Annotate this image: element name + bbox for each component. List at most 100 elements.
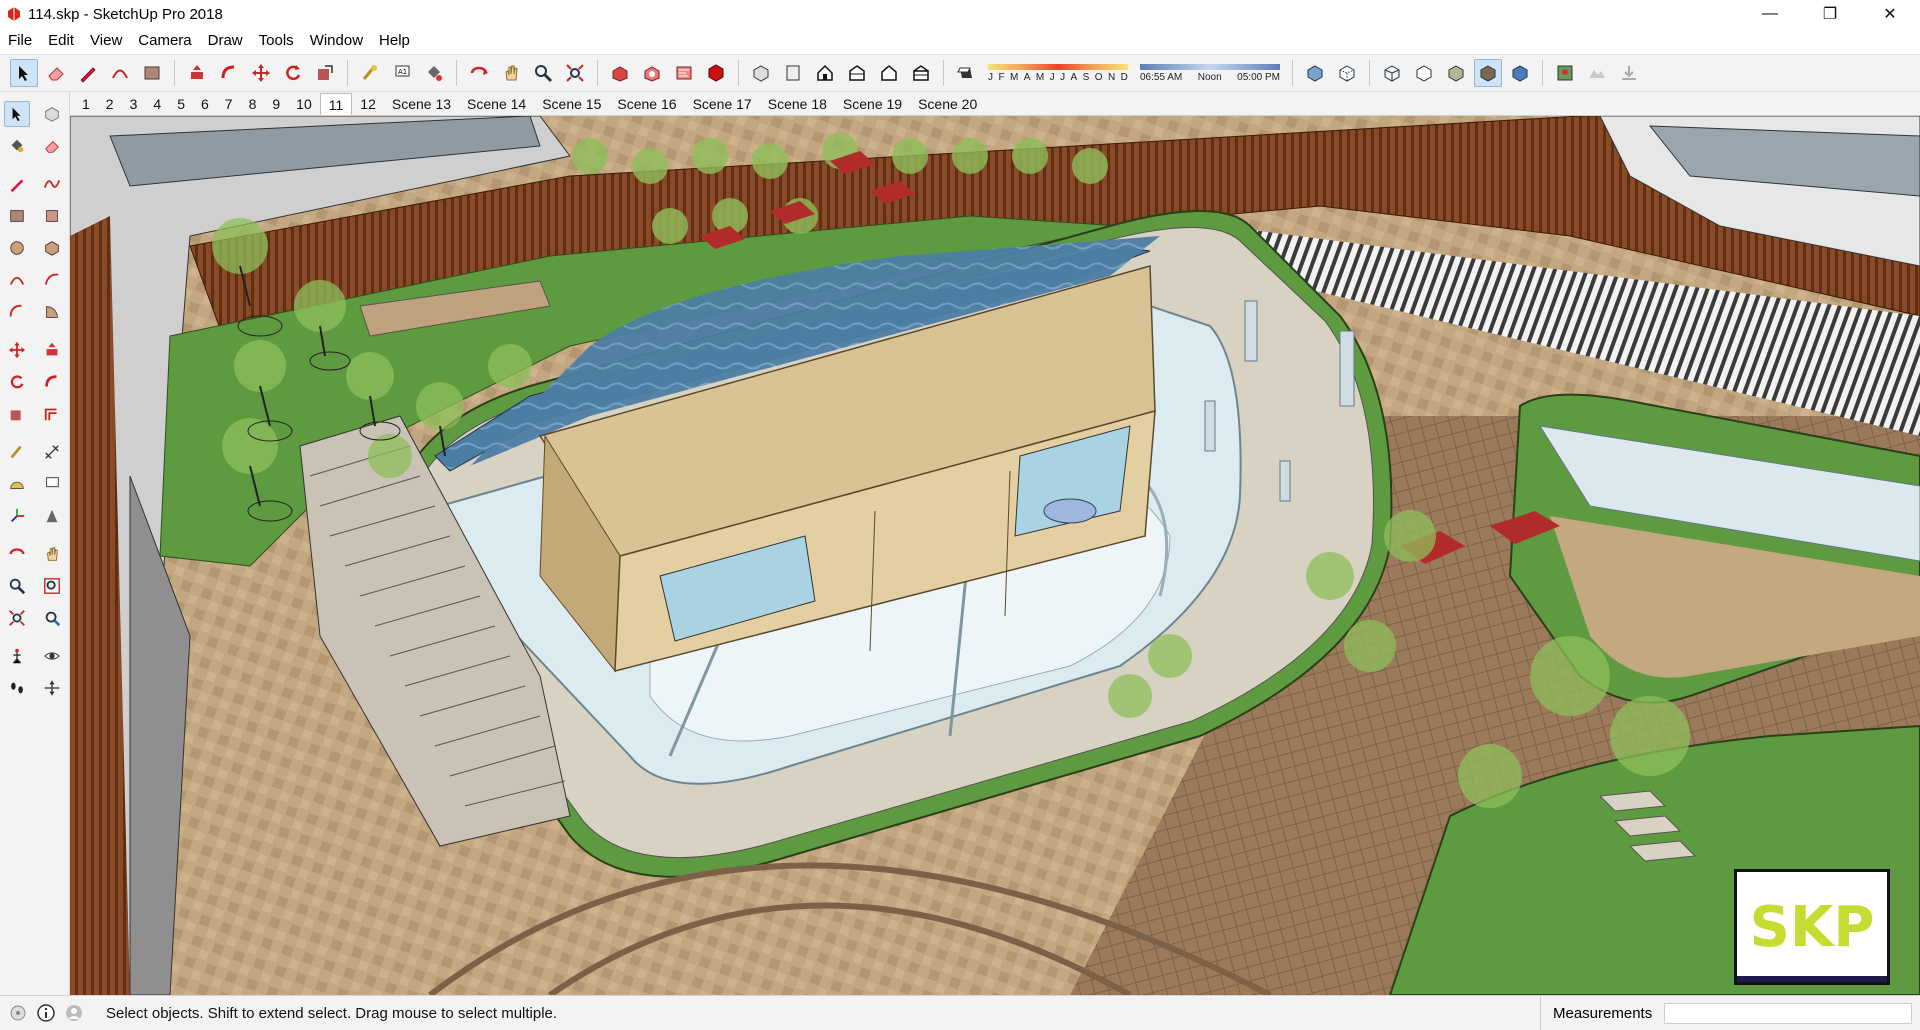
palette-line-button[interactable] — [4, 171, 30, 197]
scene-tab-19[interactable]: Scene 19 — [835, 93, 910, 115]
scene-tab-13[interactable]: Scene 13 — [384, 93, 459, 115]
menu-camera[interactable]: Camera — [130, 28, 199, 54]
display-shadows-button[interactable] — [952, 59, 980, 87]
menu-help[interactable]: Help — [371, 28, 418, 54]
rotate-tool-button[interactable] — [279, 59, 307, 87]
palette-circle-button[interactable] — [4, 235, 30, 261]
warehouse-button[interactable] — [606, 59, 634, 87]
zoom-tool-button[interactable] — [529, 59, 557, 87]
palette-zoom-window-button[interactable] — [39, 573, 65, 599]
tape-measure-tool-button[interactable] — [356, 59, 384, 87]
menu-edit[interactable]: Edit — [40, 28, 82, 54]
menu-draw[interactable]: Draw — [200, 28, 251, 54]
scene-tab-15[interactable]: Scene 15 — [534, 93, 609, 115]
scale-tool-button[interactable] — [311, 59, 339, 87]
front-view-button[interactable] — [811, 59, 839, 87]
palette-zoom-extents-button[interactable] — [4, 605, 30, 631]
palette-axes-button[interactable] — [4, 503, 30, 529]
palette-arc-button[interactable] — [4, 267, 30, 293]
scene-tab-1[interactable]: 1 — [74, 93, 98, 115]
extension-warehouse-button[interactable] — [638, 59, 666, 87]
scene-tab-10[interactable]: 10 — [288, 93, 320, 115]
scene-tab-9[interactable]: 9 — [264, 93, 288, 115]
arc-tool-button[interactable] — [106, 59, 134, 87]
move-tool-button[interactable] — [247, 59, 275, 87]
palette-polygon-button[interactable] — [39, 235, 65, 261]
menu-file[interactable]: File — [0, 28, 40, 54]
scene-tab-6[interactable]: 6 — [193, 93, 217, 115]
menu-tools[interactable]: Tools — [251, 28, 302, 54]
palette-offset-button[interactable] — [39, 401, 65, 427]
model-viewport[interactable]: SKP — [70, 116, 1920, 995]
palette-pie-button[interactable] — [39, 299, 65, 325]
palette-move-button[interactable] — [4, 337, 30, 363]
palette-position-camera-button[interactable] — [4, 643, 30, 669]
palette-orbit-button[interactable] — [4, 541, 30, 567]
right-view-button[interactable] — [843, 59, 871, 87]
monochrome-style-button[interactable] — [1506, 59, 1534, 87]
orbit-tool-button[interactable] — [465, 59, 493, 87]
scene-tab-17[interactable]: Scene 17 — [685, 93, 760, 115]
palette-3point-arc-button[interactable] — [4, 299, 30, 325]
left-view-button[interactable] — [907, 59, 935, 87]
text-tool-button[interactable]: A1 — [388, 59, 416, 87]
palette-freehand-button[interactable] — [39, 171, 65, 197]
scene-tab-20[interactable]: Scene 20 — [910, 93, 985, 115]
iso-view-button[interactable] — [747, 59, 775, 87]
paint-bucket-tool-button[interactable] — [420, 59, 448, 87]
menu-view[interactable]: View — [82, 28, 130, 54]
xray-style-button[interactable] — [1301, 59, 1329, 87]
back-edges-style-button[interactable] — [1333, 59, 1361, 87]
scene-tab-2[interactable]: 2 — [98, 93, 122, 115]
scene-tab-18[interactable]: Scene 18 — [760, 93, 835, 115]
select-tool-button[interactable] — [10, 59, 38, 87]
palette-paint-bucket-button[interactable] — [4, 133, 30, 159]
zoom-extents-tool-button[interactable] — [561, 59, 589, 87]
geo-location-status-icon[interactable] — [8, 1003, 28, 1023]
rectangle-tool-button[interactable] — [138, 59, 166, 87]
palette-dimension-button[interactable] — [39, 439, 65, 465]
shadow-time-slider[interactable]: 06:55 AM Noon 05:00 PM — [1140, 58, 1280, 88]
palette-zoom-button[interactable] — [4, 573, 30, 599]
toggle-terrain-button[interactable] — [1583, 59, 1611, 87]
pan-tool-button[interactable] — [497, 59, 525, 87]
credits-info-icon[interactable] — [36, 1003, 56, 1023]
scene-tab-4[interactable]: 4 — [145, 93, 169, 115]
palette-scale-button[interactable] — [4, 401, 30, 427]
palette-follow-me-button[interactable] — [39, 369, 65, 395]
shadow-date-slider[interactable]: J F M A M J J A S O N D — [988, 58, 1128, 88]
top-view-button[interactable] — [779, 59, 807, 87]
shaded-style-button[interactable] — [1442, 59, 1470, 87]
scene-tab-12[interactable]: 12 — [352, 93, 384, 115]
scene-tab-8[interactable]: 8 — [241, 93, 265, 115]
palette-rectangle-button[interactable] — [4, 203, 30, 229]
palette-look-around-button[interactable] — [39, 643, 65, 669]
line-tool-button[interactable] — [74, 59, 102, 87]
shadow-month-bar[interactable] — [988, 63, 1128, 70]
shadow-time-bar[interactable] — [1140, 63, 1280, 70]
palette-section-plane-button[interactable] — [39, 675, 65, 701]
palette-eraser-button[interactable] — [39, 133, 65, 159]
palette-select-button[interactable] — [4, 101, 31, 127]
hidden-line-style-button[interactable] — [1410, 59, 1438, 87]
palette-protractor-button[interactable] — [4, 471, 30, 497]
push-pull-tool-button[interactable] — [183, 59, 211, 87]
palette-text-button[interactable] — [39, 471, 65, 497]
eraser-tool-button[interactable] — [42, 59, 70, 87]
palette-3d-text-button[interactable] — [39, 503, 65, 529]
layout-button[interactable] — [670, 59, 698, 87]
model-render[interactable] — [70, 116, 1920, 995]
extension-manager-button[interactable] — [702, 59, 730, 87]
palette-component-button[interactable] — [39, 101, 65, 127]
follow-me-tool-button[interactable] — [215, 59, 243, 87]
add-location-button[interactable] — [1551, 59, 1579, 87]
scene-tab-7[interactable]: 7 — [217, 93, 241, 115]
wireframe-style-button[interactable] — [1378, 59, 1406, 87]
restore-button[interactable]: ❐ — [1800, 0, 1860, 28]
scene-tab-3[interactable]: 3 — [122, 93, 146, 115]
back-view-button[interactable] — [875, 59, 903, 87]
menu-window[interactable]: Window — [302, 28, 371, 54]
measurements-input[interactable] — [1664, 1003, 1912, 1024]
shaded-textures-style-button[interactable] — [1474, 59, 1502, 87]
user-account-icon[interactable] — [64, 1003, 84, 1023]
